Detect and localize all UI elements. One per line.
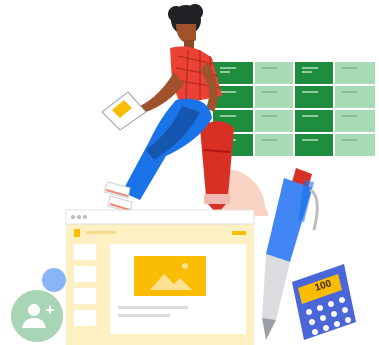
marker-illustration — [200, 121, 234, 214]
illustration: 100 — [11, 4, 379, 345]
slide-thumbnail — [74, 310, 96, 326]
image-icon — [134, 256, 206, 296]
slides-window — [65, 209, 255, 345]
blue-dot — [42, 268, 66, 292]
slide-thumbnail — [74, 288, 96, 304]
spreadsheet-illustration — [207, 58, 379, 160]
window-dot — [83, 215, 87, 219]
window-dot — [71, 215, 75, 219]
calculator-illustration: 100 — [292, 264, 356, 340]
window-dot — [77, 215, 81, 219]
slide-thumbnail — [74, 266, 96, 282]
slide-thumbnail — [74, 244, 96, 260]
add-user-avatar — [11, 290, 63, 342]
tablet-illustration — [101, 91, 147, 131]
